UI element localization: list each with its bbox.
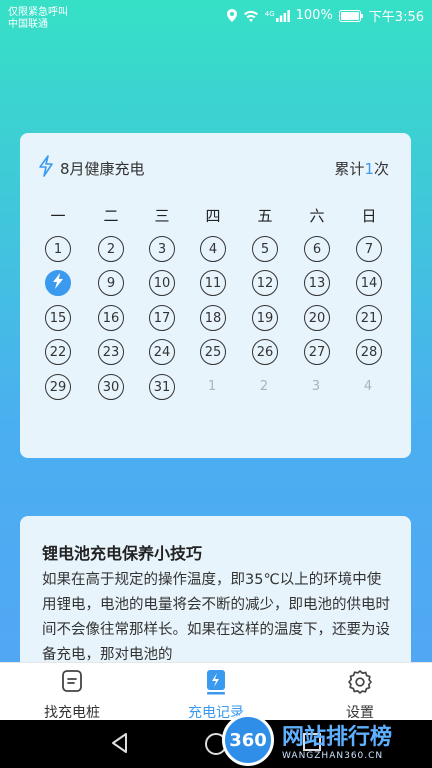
calendar-day-next-month[interactable]: 2	[252, 374, 276, 398]
weekday-label: 三	[154, 207, 170, 225]
tips-card: 锂电池充电保养小技巧 如果在高于规定的操作温度，即35℃以上的环境中使用锂电，电…	[20, 516, 411, 686]
charge-count: 累计1次	[334, 158, 389, 179]
calendar-day-charged[interactable]	[45, 270, 71, 296]
calendar-day[interactable]: 21	[356, 305, 382, 331]
location-icon	[226, 9, 237, 22]
calendar-day[interactable]: 10	[149, 270, 175, 296]
calendar-day[interactable]: 17	[149, 305, 175, 331]
gear-icon	[310, 669, 410, 695]
calendar-day[interactable]: 20	[304, 305, 330, 331]
clock: 下午3:56	[368, 10, 424, 25]
calendar-day[interactable]: 28	[356, 339, 382, 365]
wifi-icon	[243, 10, 259, 22]
status-bar: 仅限紧急呼叫 中国联通 4G 100% 下午3:56	[0, 0, 432, 30]
count-suffix: 次	[373, 160, 389, 178]
weekday-label: 一	[50, 207, 66, 225]
calendar-day[interactable]: 9	[98, 270, 124, 296]
weekday-label: 二	[103, 207, 119, 225]
weekday-label: 五	[257, 207, 273, 225]
calendar-day[interactable]: 23	[98, 339, 124, 365]
tips-title: 锂电池充电保养小技巧	[42, 544, 203, 563]
lightning-icon	[38, 155, 54, 181]
watermark-title: 网站排行榜	[282, 725, 393, 750]
weekday-label: 日	[361, 207, 377, 225]
watermark-url: WANGZHAN360.CN	[282, 751, 384, 761]
watermark: 360 网站排行榜 WANGZHAN360.CN	[222, 712, 432, 768]
signal-icon: 4G	[264, 9, 290, 22]
weekday-label: 六	[309, 207, 325, 225]
calendar-day[interactable]: 14	[356, 270, 382, 296]
calendar-day[interactable]: 25	[200, 339, 226, 365]
calendar-day[interactable]: 4	[200, 236, 226, 262]
calendar-day[interactable]: 26	[252, 339, 278, 365]
tips-body: 如果在高于规定的操作温度，即35℃以上的环境中使用锂电，电池的电量将会不断的减少…	[42, 572, 390, 663]
calendar-title: 8月健康充电	[60, 159, 145, 178]
calendar-header: 8月健康充电	[38, 155, 145, 181]
watermark-logo: 360	[222, 714, 274, 766]
count-prefix: 累计	[334, 160, 365, 178]
calendar-day[interactable]: 1	[45, 236, 71, 262]
calendar-day[interactable]: 29	[45, 374, 71, 400]
back-icon[interactable]	[110, 732, 130, 758]
battery-icon	[338, 9, 363, 22]
weekday-header: 一二三四五六日	[20, 205, 411, 225]
charging-pile-icon	[22, 669, 122, 695]
calendar-day[interactable]: 22	[45, 339, 71, 365]
network-type-label: 4G	[264, 9, 275, 18]
calendar-day[interactable]: 18	[200, 305, 226, 331]
status-icons: 4G 100% 下午3:56	[226, 6, 424, 25]
calendar-day[interactable]: 7	[356, 236, 382, 262]
charge-record-icon	[166, 669, 266, 695]
calendar-day[interactable]: 15	[45, 305, 71, 331]
tab-label: 找充电桩	[44, 705, 100, 721]
calendar-day[interactable]: 6	[304, 236, 330, 262]
calendar-card: 8月健康充电 累计1次 一二三四五六日 1 2 3 4 5 6 7 9 10 11 12 13 14 15…	[20, 133, 411, 458]
calendar-day[interactable]: 19	[252, 305, 278, 331]
calendar-day[interactable]: 27	[304, 339, 330, 365]
calendar-day-next-month[interactable]: 1	[200, 374, 224, 398]
calendar-day[interactable]: 11	[200, 270, 226, 296]
calendar-day[interactable]: 5	[252, 236, 278, 262]
weekday-label: 四	[205, 207, 221, 225]
calendar-day[interactable]: 31	[149, 374, 175, 400]
calendar-day[interactable]: 24	[149, 339, 175, 365]
calendar-day-next-month[interactable]: 3	[304, 374, 328, 398]
calendar-day[interactable]: 2	[98, 236, 124, 262]
calendar-day[interactable]: 30	[98, 374, 124, 400]
calendar-day[interactable]: 13	[304, 270, 330, 296]
calendar-day[interactable]: 12	[252, 270, 278, 296]
calendar-day[interactable]: 16	[98, 305, 124, 331]
tab-find-charger[interactable]: 找充电桩	[22, 669, 122, 722]
watermark-text: 网站排行榜 WANGZHAN360.CN	[282, 719, 392, 761]
calendar-day-next-month[interactable]: 4	[356, 374, 380, 398]
calendar-day[interactable]: 3	[149, 236, 175, 262]
count-value: 1	[364, 160, 374, 178]
battery-percent: 100%	[295, 8, 333, 23]
carrier-text: 中国联通	[8, 19, 48, 30]
lightning-icon	[52, 273, 64, 293]
